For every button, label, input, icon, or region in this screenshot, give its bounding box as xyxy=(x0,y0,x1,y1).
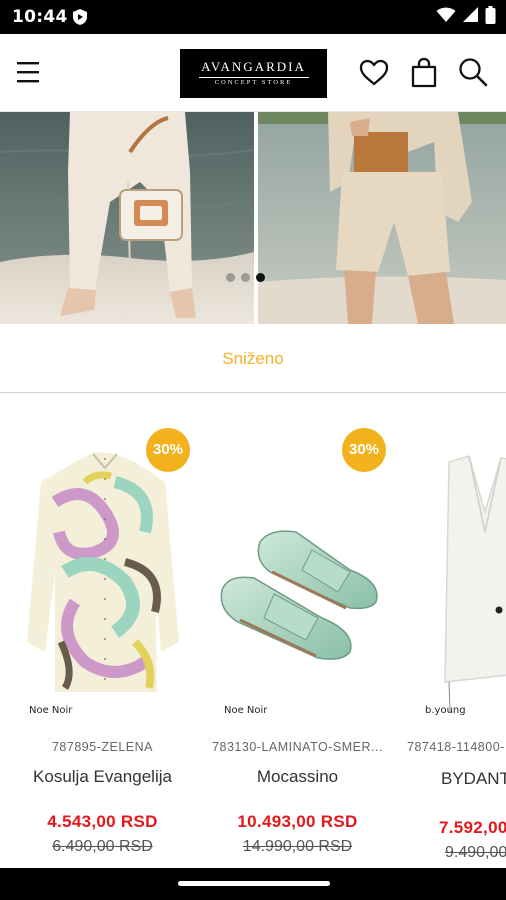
discount-badge: 30% xyxy=(146,428,190,472)
product-brand: b.young xyxy=(425,705,466,716)
section-label-sale[interactable]: Sniženo xyxy=(0,349,506,369)
search-button[interactable] xyxy=(456,56,490,90)
product-sku: 783130-LAMINATO-SMER... xyxy=(212,740,383,754)
product-image-waistcoat xyxy=(405,442,506,743)
product-original-price: 14.990,00 RSD xyxy=(242,838,353,855)
menu-icon xyxy=(14,62,44,92)
status-icons xyxy=(436,5,496,29)
product-sale-price: 4.543,00 RSD xyxy=(47,812,158,831)
product-sku: 787895-ZELENA xyxy=(51,740,153,754)
banner-photo-left xyxy=(0,112,254,324)
carousel-dots xyxy=(226,273,265,282)
product-image-loafers xyxy=(210,442,385,712)
product-brand: Noe Noir xyxy=(29,705,73,716)
product-sku: 787418-114800- xyxy=(407,740,505,754)
carousel-dot-1[interactable] xyxy=(226,273,235,282)
product-sale-price: 7.592,00 xyxy=(439,818,506,837)
product-name: BYDANT WAISTO xyxy=(441,769,506,788)
shopping-bag-icon xyxy=(407,57,441,94)
screen: 10:44 AVANGARDIA CONCEPT STORE Sniženo 3… xyxy=(0,0,506,900)
logo-title: AVANGARDIA xyxy=(201,59,306,74)
battery-icon xyxy=(485,5,496,29)
product-name: Kosulja Evangelija xyxy=(33,767,172,786)
section-header: Sniženo xyxy=(0,324,506,393)
app-header: AVANGARDIA CONCEPT STORE xyxy=(0,34,506,112)
system-nav-bar xyxy=(0,868,506,900)
wishlist-button[interactable] xyxy=(357,56,391,90)
discount-badge: 30% xyxy=(342,428,386,472)
store-logo[interactable]: AVANGARDIA CONCEPT STORE xyxy=(180,49,327,98)
logo-subtitle: CONCEPT STORE xyxy=(214,79,293,86)
status-bar: 10:44 xyxy=(0,0,506,34)
product-image-shirt xyxy=(15,442,190,712)
shield-app-icon xyxy=(71,8,89,26)
banner-photo-right xyxy=(258,112,506,324)
product-sale-price: 10.493,00 RSD xyxy=(237,812,358,831)
product-original-price: 6.490,00 RSD xyxy=(52,838,153,855)
home-gesture-handle[interactable] xyxy=(178,881,330,886)
product-carousel[interactable]: 30% Noe Noir 787895-ZELENA Kosulja Evang… xyxy=(0,394,506,868)
cart-button[interactable] xyxy=(407,56,441,90)
menu-button[interactable] xyxy=(14,58,44,88)
product-card[interactable]: 30% Noe Noir 787895-ZELENA Kosulja Evang… xyxy=(5,394,200,868)
product-card[interactable]: b.young 787418-114800- BYDANT WAISTO 7.5… xyxy=(395,394,506,868)
product-original-price: 9.490,00 xyxy=(445,844,506,861)
carousel-dot-2[interactable] xyxy=(241,273,250,282)
product-card[interactable]: 30% Noe Noir 783130-LAMINATO-SMER... Moc… xyxy=(200,394,395,868)
status-time: 10:44 xyxy=(12,7,68,27)
product-name: Mocassino xyxy=(256,767,339,786)
heart-icon xyxy=(357,59,391,94)
search-icon xyxy=(456,58,490,94)
product-brand: Noe Noir xyxy=(224,705,268,716)
signal-icon xyxy=(462,6,479,28)
promo-banner-carousel[interactable] xyxy=(0,112,506,324)
logo-divider xyxy=(198,77,309,78)
carousel-dot-3[interactable] xyxy=(256,273,265,282)
wifi-icon xyxy=(436,7,456,28)
